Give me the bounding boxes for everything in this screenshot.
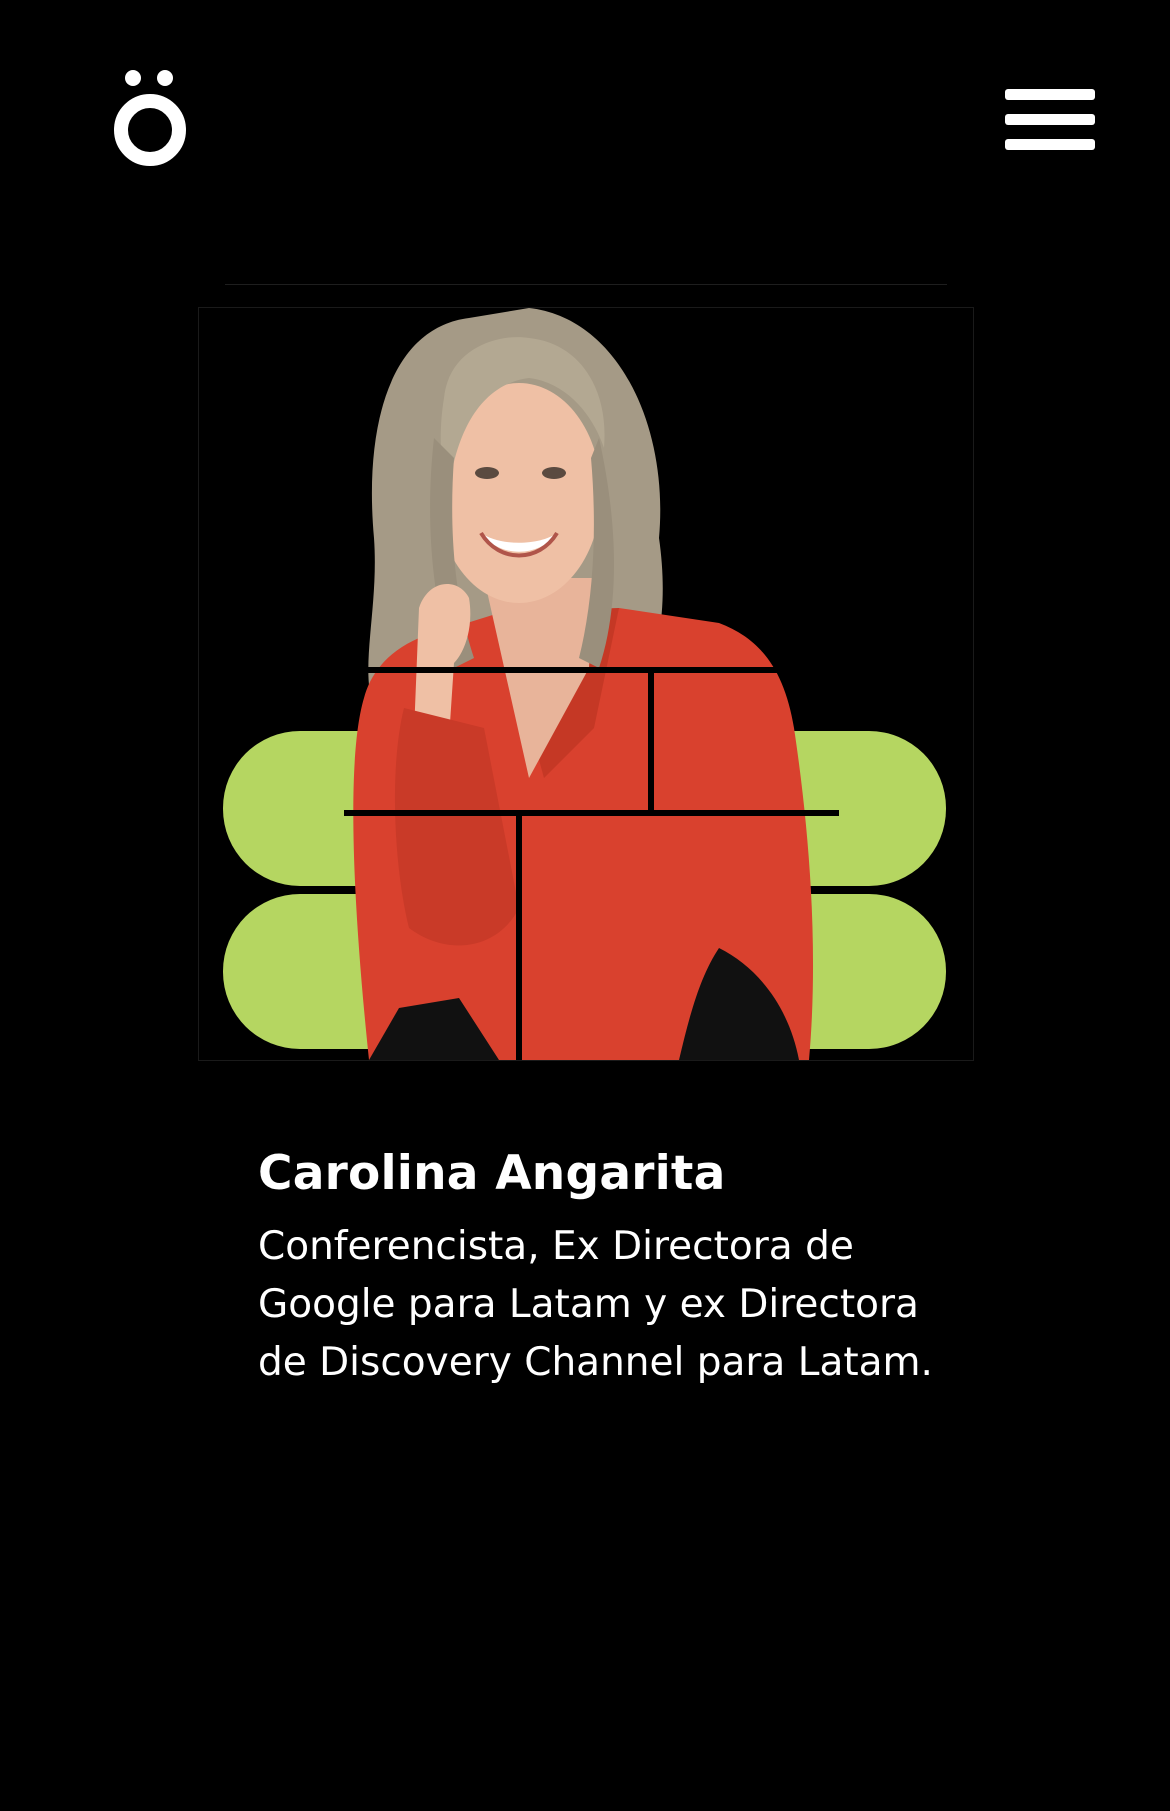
o-umlaut-logo-icon: [114, 70, 186, 166]
speaker-portrait-image: [199, 308, 973, 1060]
menu-button[interactable]: [1000, 85, 1100, 155]
hamburger-menu-icon: [1005, 89, 1095, 150]
brand-logo[interactable]: [100, 60, 200, 175]
speaker-role: Conferencista, Ex Directora de Google pa…: [258, 1224, 933, 1385]
site-header: [0, 0, 1170, 240]
speaker-name: Carolina Angarita: [258, 1146, 726, 1201]
speaker-info: Carolina Angarita Conferencista, Ex Dire…: [258, 1140, 958, 1392]
speaker-photo: [198, 307, 974, 1061]
card-divider: [225, 284, 947, 285]
